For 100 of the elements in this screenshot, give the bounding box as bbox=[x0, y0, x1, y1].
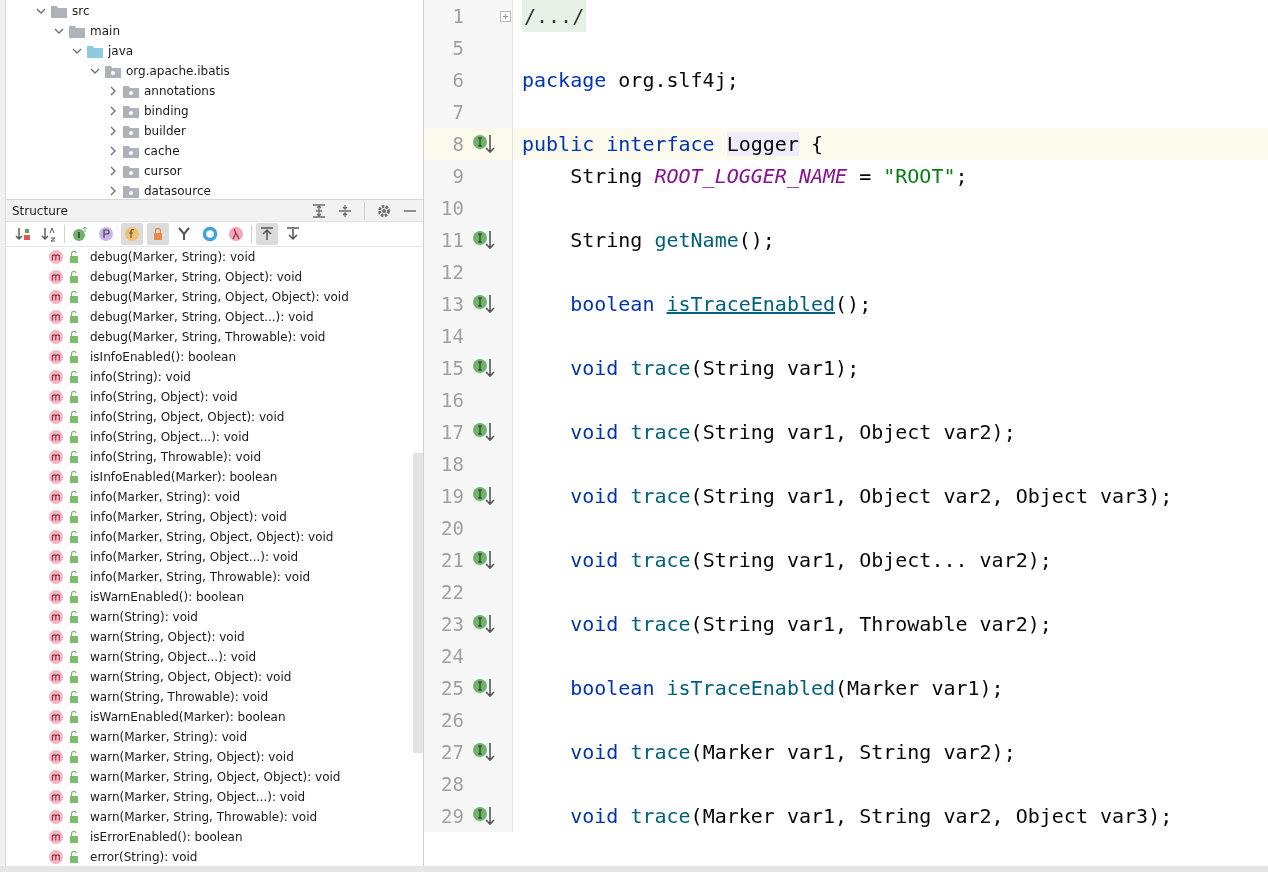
method-icon bbox=[48, 849, 64, 865]
method-link[interactable]: isTraceEnabled bbox=[666, 292, 836, 316]
structure-item[interactable]: info(String, Throwable): void bbox=[90, 450, 261, 464]
structure-item[interactable]: isWarnEnabled(): boolean bbox=[90, 590, 245, 604]
structure-item[interactable]: debug(Marker, String, Object, Object): void bbox=[90, 290, 349, 304]
method-icon bbox=[48, 429, 64, 445]
collapse-all-icon[interactable] bbox=[338, 203, 352, 218]
structure-item[interactable]: info(Marker, String, Object...): void bbox=[90, 550, 299, 564]
method-icon bbox=[48, 649, 64, 665]
chevron-icon[interactable] bbox=[54, 26, 64, 36]
line-number: 27 bbox=[440, 741, 464, 763]
tree-item[interactable]: binding bbox=[144, 104, 189, 118]
autoscroll-to-source-button[interactable] bbox=[256, 223, 278, 245]
arrow-up-icon bbox=[259, 226, 275, 242]
implemented-marker-icon[interactable] bbox=[472, 805, 496, 827]
structure-item[interactable]: info(String, Object...): void bbox=[90, 430, 250, 444]
code-text: org.slf4j; bbox=[618, 68, 739, 92]
structure-item[interactable]: warn(String, Object, Object): void bbox=[90, 670, 292, 684]
structure-item[interactable]: isInfoEnabled(Marker): boolean bbox=[90, 470, 278, 484]
fold-icon[interactable] bbox=[500, 11, 511, 22]
expand-all-icon[interactable] bbox=[312, 203, 326, 218]
structure-item[interactable]: isInfoEnabled(): boolean bbox=[90, 350, 236, 364]
implemented-marker-icon[interactable] bbox=[472, 421, 496, 443]
structure-item[interactable]: debug(Marker, String, Object): void bbox=[90, 270, 303, 284]
structure-item[interactable]: error(String): void bbox=[90, 850, 198, 864]
method-icon bbox=[48, 469, 64, 485]
method-icon bbox=[48, 309, 64, 325]
tree-item[interactable]: java bbox=[108, 44, 134, 58]
code-text: (String var1, Object... var2); bbox=[690, 548, 1052, 572]
structure-item[interactable]: info(String, Object): void bbox=[90, 390, 238, 404]
public-access-icon bbox=[68, 250, 80, 264]
chevron-icon[interactable] bbox=[36, 6, 46, 16]
folded-code[interactable]: /.../ bbox=[522, 0, 587, 32]
structure-item[interactable]: debug(Marker, String, Object...): void bbox=[90, 310, 314, 324]
chevron-icon[interactable] bbox=[108, 146, 118, 156]
panel-title: Structure bbox=[12, 203, 68, 218]
line-number: 23 bbox=[440, 613, 464, 635]
public-access-icon bbox=[68, 450, 80, 464]
chevron-icon[interactable] bbox=[90, 66, 100, 76]
implemented-marker-icon[interactable] bbox=[472, 677, 496, 699]
line-number: 16 bbox=[440, 389, 464, 411]
keyword: void bbox=[569, 484, 620, 508]
chevron-icon[interactable] bbox=[72, 46, 82, 56]
implemented-marker-icon[interactable] bbox=[472, 293, 496, 315]
folder-icon bbox=[51, 4, 67, 18]
method-icon bbox=[48, 769, 64, 785]
field-icon bbox=[124, 226, 140, 242]
method-icon bbox=[48, 569, 64, 585]
structure-item[interactable]: warn(String): void bbox=[90, 610, 198, 624]
tree-item[interactable]: cursor bbox=[144, 164, 182, 178]
structure-item[interactable]: warn(Marker, String, Object): void bbox=[90, 750, 294, 764]
structure-item[interactable]: warn(Marker, String, Throwable): void bbox=[90, 810, 318, 824]
chevron-icon[interactable] bbox=[108, 86, 118, 96]
structure-item[interactable]: debug(Marker, String): void bbox=[90, 250, 256, 264]
tree-item[interactable]: datasource bbox=[144, 184, 211, 198]
implemented-marker-icon[interactable] bbox=[472, 229, 496, 251]
tree-item[interactable]: builder bbox=[144, 124, 186, 138]
structure-item[interactable]: warn(Marker, String, Object...): void bbox=[90, 790, 306, 804]
class-name: Logger bbox=[726, 132, 799, 156]
structure-item[interactable]: info(String, Object, Object): void bbox=[90, 410, 285, 424]
method-name: trace bbox=[630, 548, 691, 572]
structure-item[interactable]: info(Marker, String, Throwable): void bbox=[90, 570, 311, 584]
implemented-marker-icon[interactable] bbox=[472, 357, 496, 379]
chevron-icon[interactable] bbox=[108, 106, 118, 116]
chevron-icon[interactable] bbox=[108, 166, 118, 176]
tree-item[interactable]: org.apache.ibatis bbox=[126, 64, 230, 78]
implemented-marker-icon[interactable] bbox=[472, 549, 496, 571]
chevron-icon[interactable] bbox=[108, 186, 118, 196]
implemented-marker-icon[interactable] bbox=[472, 613, 496, 635]
method-icon bbox=[48, 549, 64, 565]
tree-item[interactable]: annotations bbox=[144, 84, 216, 98]
structure-item[interactable]: isWarnEnabled(Marker): boolean bbox=[90, 710, 286, 724]
structure-item[interactable]: info(Marker, String): void bbox=[90, 490, 241, 504]
structure-item[interactable]: isErrorEnabled(): boolean bbox=[90, 830, 243, 844]
chevron-icon[interactable] bbox=[108, 126, 118, 136]
line-number: 13 bbox=[440, 293, 464, 315]
show-fields-button[interactable] bbox=[121, 223, 143, 245]
implemented-marker-icon[interactable] bbox=[472, 485, 496, 507]
structure-item[interactable]: debug(Marker, String, Throwable): void bbox=[90, 330, 326, 344]
structure-item[interactable]: warn(String, Object...): void bbox=[90, 650, 257, 664]
structure-item[interactable]: info(String): void bbox=[90, 370, 191, 384]
settings-icon[interactable] bbox=[377, 203, 391, 218]
code-text: (String var1, Object var2); bbox=[690, 420, 1016, 444]
fork-icon bbox=[176, 226, 192, 242]
constant-name: ROOT_LOGGER_NAME bbox=[654, 164, 848, 188]
structure-item[interactable]: warn(Marker, String, Object, Object): void bbox=[90, 770, 341, 784]
public-access-icon bbox=[68, 750, 80, 764]
tree-item[interactable]: src bbox=[72, 4, 90, 18]
method-name: trace bbox=[630, 740, 691, 764]
line-number: 11 bbox=[440, 229, 464, 251]
implemented-marker-icon[interactable] bbox=[472, 741, 496, 763]
scrollbar[interactable] bbox=[413, 453, 423, 753]
structure-item[interactable]: info(Marker, String, Object): void bbox=[90, 510, 287, 524]
structure-item[interactable]: warn(String, Throwable): void bbox=[90, 690, 268, 704]
structure-item[interactable]: warn(Marker, String): void bbox=[90, 730, 248, 744]
implemented-marker-icon[interactable] bbox=[472, 133, 496, 155]
tree-item[interactable]: main bbox=[90, 24, 120, 38]
structure-item[interactable]: info(Marker, String, Object, Object): void bbox=[90, 530, 334, 544]
tree-item[interactable]: cache bbox=[144, 144, 180, 158]
structure-item[interactable]: warn(String, Object): void bbox=[90, 630, 245, 644]
